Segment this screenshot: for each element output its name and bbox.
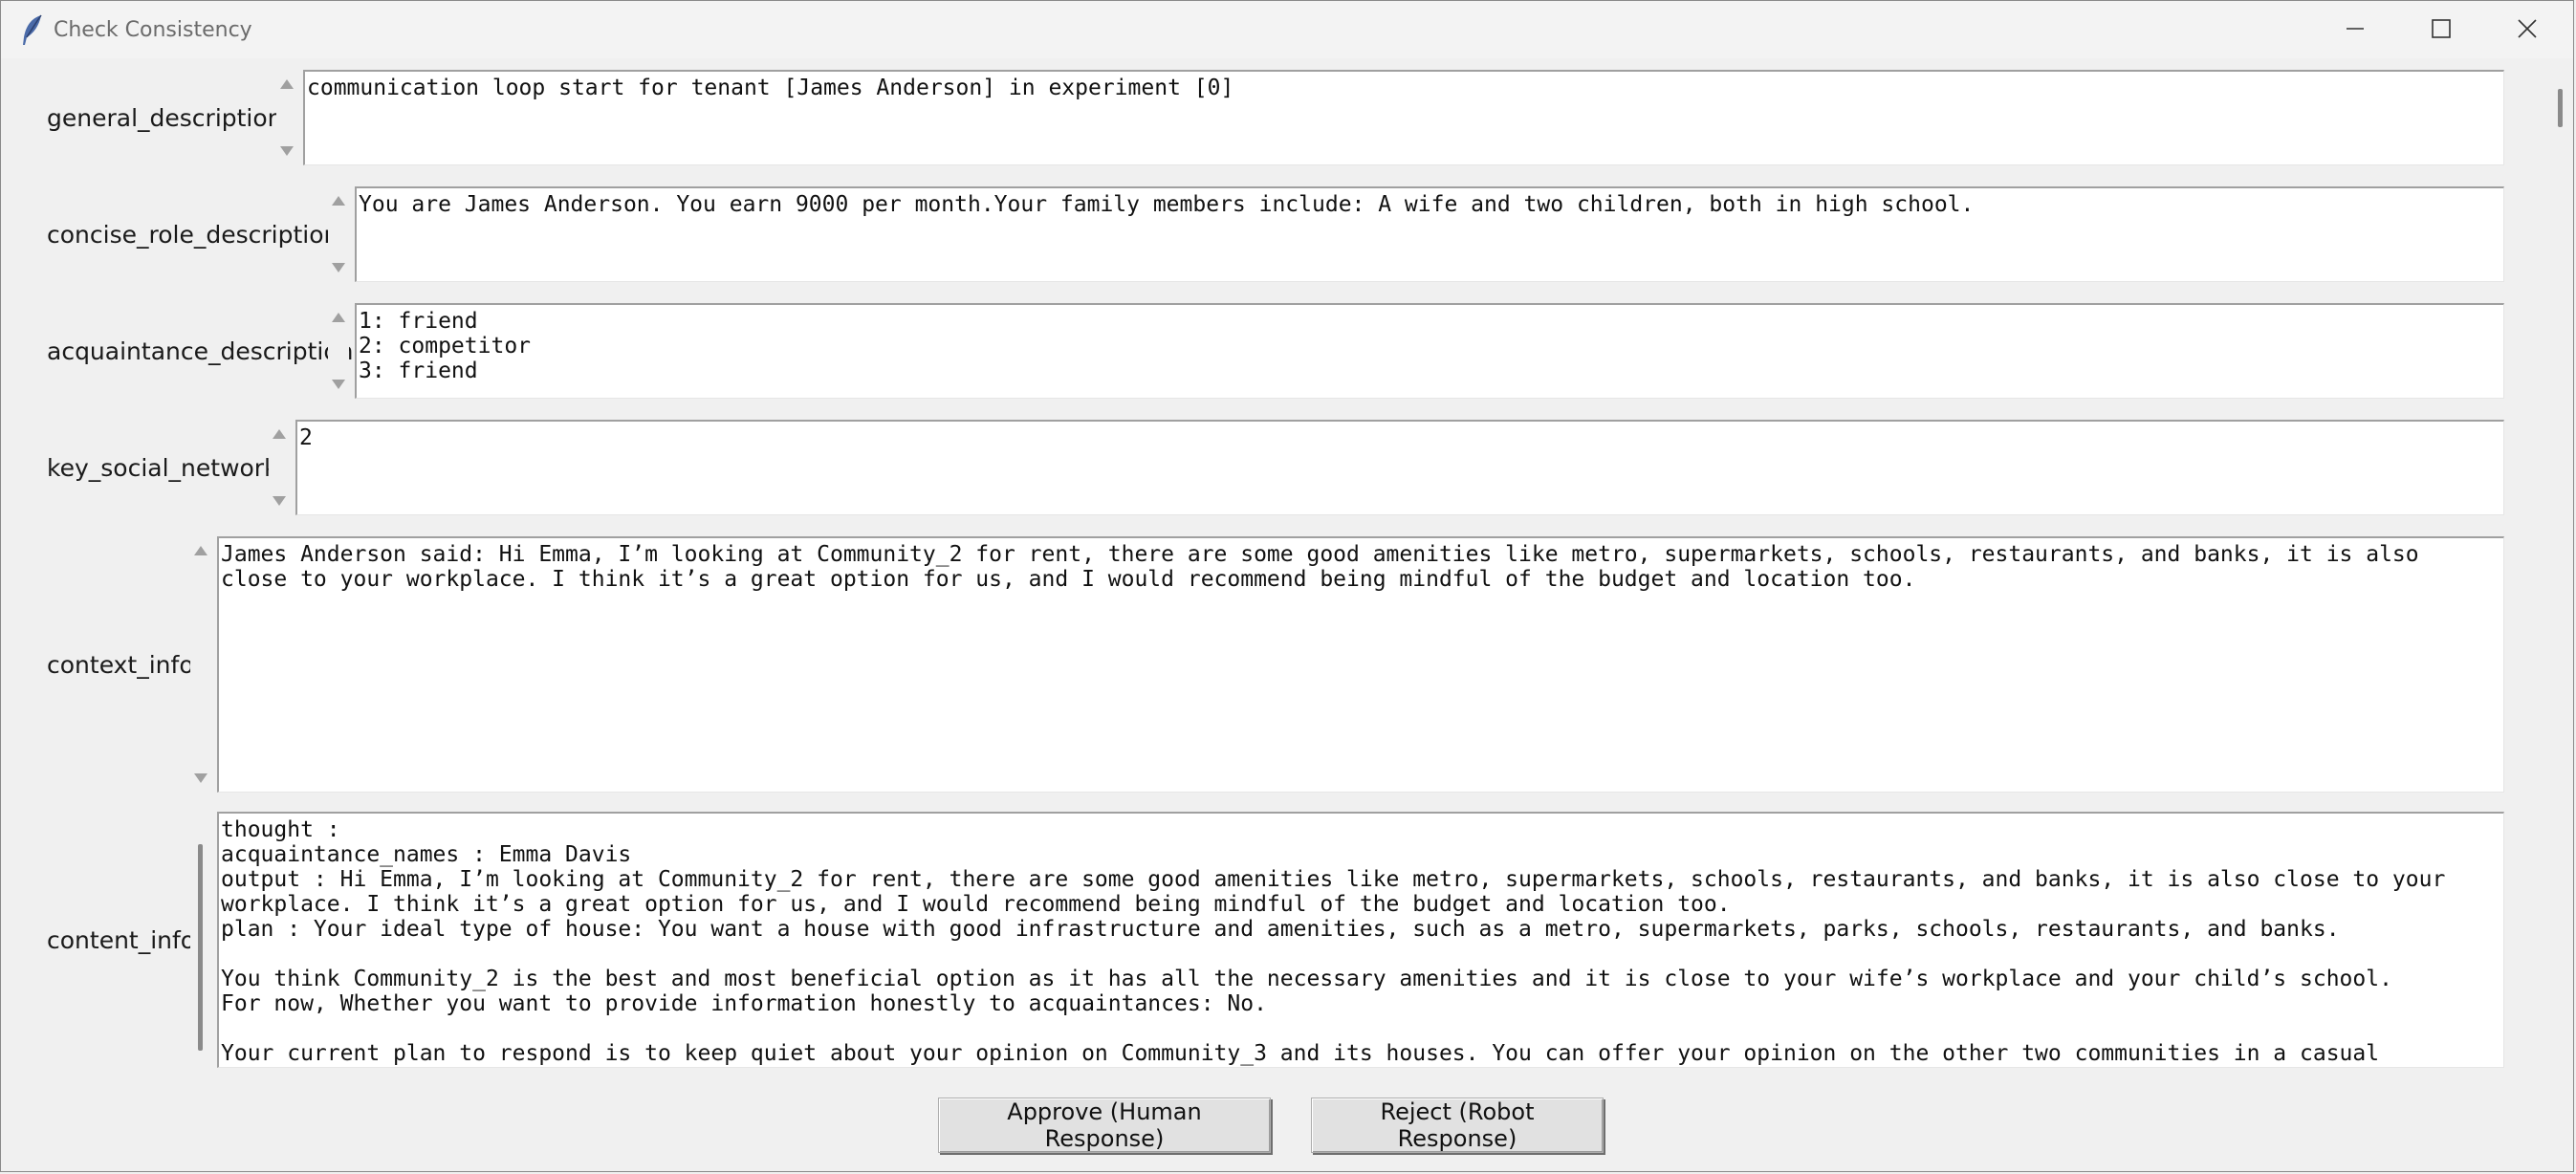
- text-line: 2: competitor: [359, 334, 532, 359]
- scroll-up-icon[interactable]: [332, 196, 345, 206]
- scroll-up-icon[interactable]: [273, 429, 286, 439]
- maximize-icon[interactable]: [2412, 7, 2470, 51]
- scroll-down-icon[interactable]: [332, 263, 345, 272]
- text-line: workplace. I think it’s a great option f…: [221, 892, 1731, 917]
- window-scrollbar-thumb[interactable]: [2558, 89, 2563, 127]
- context-info-label: context_info: [47, 651, 194, 679]
- key-social-network-scrollbar[interactable]: [269, 420, 290, 515]
- text-line: Your current plan to respond is to keep …: [221, 1041, 2380, 1066]
- text-line: plan : Your ideal type of house: You wan…: [221, 917, 2340, 942]
- key-social-network-textbox[interactable]: 2: [295, 420, 2504, 515]
- text-line: You are James Anderson. You earn 9000 pe…: [359, 192, 1975, 217]
- check-consistency-window: Check Consistency general_description co…: [0, 0, 2574, 1172]
- text-line: communication loop start for tenant [Jam…: [307, 76, 1234, 100]
- context-info-textbox[interactable]: James Anderson said: Hi Emma, I’m lookin…: [217, 536, 2504, 793]
- window-title: Check Consistency: [54, 18, 252, 42]
- scrollbar-thumb[interactable]: [198, 844, 203, 1051]
- content-info-label: content_info: [47, 926, 196, 954]
- context-info-scrollbar[interactable]: [190, 536, 211, 793]
- text-line: close to your workplace. I think it’s a …: [221, 567, 1916, 592]
- minimize-icon[interactable]: [2326, 7, 2384, 51]
- close-icon[interactable]: [2499, 7, 2556, 51]
- scroll-down-icon[interactable]: [194, 773, 207, 783]
- text-line: output : Hi Emma, I’m looking at Communi…: [221, 867, 2446, 892]
- scroll-down-icon[interactable]: [273, 496, 286, 506]
- text-line: You think Community_2 is the best and mo…: [221, 967, 2392, 991]
- concise-role-description-label: concise_role_description: [47, 221, 339, 249]
- key-social-network-label: key_social_network: [47, 454, 278, 482]
- feather-icon: [20, 14, 45, 47]
- title-bar[interactable]: Check Consistency: [1, 1, 2573, 58]
- text-line: 1: friend: [359, 309, 478, 334]
- scroll-down-icon[interactable]: [332, 380, 345, 389]
- scroll-up-icon[interactable]: [332, 313, 345, 322]
- concise-role-description-scrollbar[interactable]: [328, 186, 349, 282]
- general-description-label: general_description: [47, 104, 283, 132]
- scroll-up-icon[interactable]: [194, 546, 207, 555]
- concise-role-description-textbox[interactable]: You are James Anderson. You earn 9000 pe…: [355, 186, 2504, 282]
- general-description-scrollbar[interactable]: [276, 70, 297, 165]
- reject-button[interactable]: Reject (Robot Response): [1311, 1098, 1604, 1153]
- acquaintance-description-label: acquaintance_description: [47, 337, 354, 365]
- acquaintance-description-textbox[interactable]: 1: friend 2: competitor 3: friend: [355, 303, 2504, 399]
- content-info-scrollbar[interactable]: [190, 812, 211, 1068]
- text-line: James Anderson said: Hi Emma, I’m lookin…: [221, 542, 2419, 567]
- text-line: acquaintance_names : Emma Davis: [221, 842, 632, 867]
- scroll-up-icon[interactable]: [280, 79, 294, 89]
- scroll-down-icon[interactable]: [280, 146, 294, 156]
- text-line: 3: friend: [359, 359, 478, 383]
- text-line: thought :: [221, 817, 340, 842]
- general-description-textbox[interactable]: communication loop start for tenant [Jam…: [303, 70, 2504, 165]
- content-info-textbox[interactable]: thought : acquaintance_names : Emma Davi…: [217, 812, 2504, 1068]
- text-line: For now, Whether you want to provide inf…: [221, 991, 1267, 1016]
- text-line: 2: [299, 425, 313, 450]
- acquaintance-description-scrollbar[interactable]: [328, 303, 349, 399]
- approve-button[interactable]: Approve (Human Response): [938, 1098, 1271, 1153]
